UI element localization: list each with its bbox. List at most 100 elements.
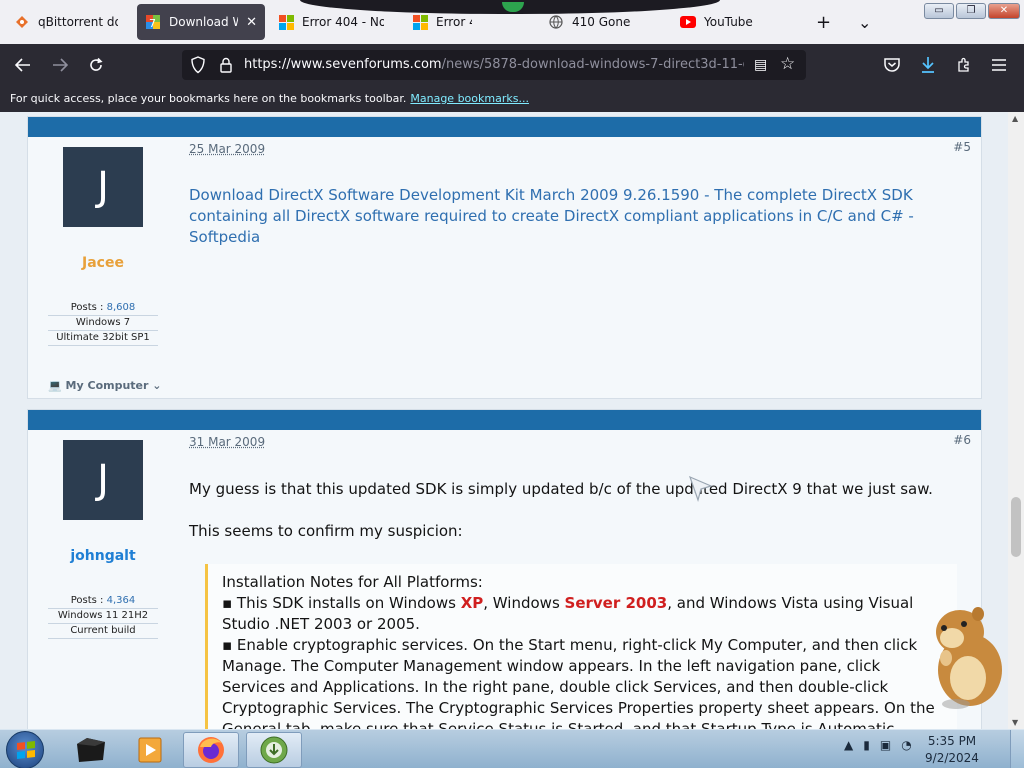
hamburger-menu-icon <box>992 59 1006 71</box>
url-path: /news/5878-download-windows-7-direct3d-1… <box>441 57 744 72</box>
windows-logo-icon <box>17 741 35 759</box>
hamster-sticker-icon <box>936 607 1002 709</box>
taskbar-app-media[interactable] <box>122 732 178 768</box>
post-date[interactable]: 31 Mar 2009 <box>189 435 265 449</box>
list-all-tabs-button[interactable]: ⌄ <box>850 4 880 40</box>
new-tab-button[interactable]: + <box>808 4 838 40</box>
os-edition-line: Ultimate 32bit SP1 <box>48 331 158 346</box>
extensions-button[interactable] <box>951 52 977 78</box>
download-manager-icon <box>260 736 288 764</box>
sevenforums-icon: 7 <box>145 14 161 30</box>
post-number[interactable]: #6 <box>953 433 971 447</box>
clock-date: 9/2/2024 <box>925 751 979 765</box>
post-paragraph: This seems to confirm my suspicion: <box>189 522 463 540</box>
post-author-panel: J Jacee Posts : 8,608 Windows 7 Ultimate… <box>48 147 158 346</box>
reload-icon <box>90 57 103 71</box>
my-computer-label: My Computer <box>65 379 149 392</box>
mouse-cursor-icon <box>689 476 713 502</box>
tab-qbittorrent[interactable]: qBittorrent down <box>6 4 126 40</box>
puzzle-icon <box>958 57 969 72</box>
quote-text: ▪ This SDK installs on Windows <box>222 594 461 612</box>
user-stats: Posts : 4,364 Windows 11 21H2 Current bu… <box>48 594 158 639</box>
tab-error-4[interactable]: Error 4 <box>404 4 480 40</box>
address-bar[interactable]: https://www.sevenforums.com/news/5878-do… <box>182 50 806 80</box>
quote-text: , Windows <box>483 594 565 612</box>
post-count-link[interactable]: 8,608 <box>107 302 136 313</box>
post-number[interactable]: #5 <box>953 140 971 154</box>
start-button[interactable] <box>6 731 44 768</box>
highlight-xp: XP <box>460 594 484 612</box>
arrow-right-icon <box>53 58 68 72</box>
pocket-button[interactable] <box>879 52 905 78</box>
forum-post: J Jacee Posts : 8,608 Windows 7 Ultimate… <box>27 116 982 399</box>
page-scrollbar[interactable]: ▲ ▼ <box>1008 112 1024 729</box>
page-content: J Jacee Posts : 8,608 Windows 7 Ultimate… <box>0 112 1008 729</box>
black-box-app-icon <box>77 738 105 762</box>
forward-button[interactable] <box>47 52 73 78</box>
laptop-icon: 💻 <box>48 379 62 392</box>
show-desktop-button[interactable] <box>1010 730 1024 768</box>
firefox-icon <box>198 737 224 763</box>
tracking-protection-shield-icon[interactable] <box>190 56 206 74</box>
chevron-down-icon: ⌄ <box>858 12 872 32</box>
action-center-icon[interactable]: ▣ <box>880 738 891 752</box>
scrollbar-thumb[interactable] <box>1011 497 1021 557</box>
tray-app-icon[interactable]: ▮ <box>863 738 870 752</box>
posts-label: Posts : <box>70 595 104 606</box>
downloads-button[interactable] <box>915 52 941 78</box>
media-player-icon <box>138 737 162 763</box>
post-count-link[interactable]: 4,364 <box>107 595 136 606</box>
scroll-down-arrow-icon[interactable]: ▼ <box>1012 718 1018 727</box>
tab-error-404[interactable]: Error 404 - Not F <box>270 4 392 40</box>
pocket-icon <box>884 58 900 72</box>
tray-expand-icon[interactable]: ▲ <box>844 738 853 752</box>
post-header-bar <box>28 117 981 137</box>
maximize-button[interactable]: ❐ <box>956 3 986 19</box>
bookmarks-hint-text: For quick access, place your bookmarks h… <box>10 92 407 105</box>
quote-bullet: ▪ This SDK installs on Windows XP, Windo… <box>222 593 943 635</box>
close-window-button[interactable]: ✕ <box>988 3 1020 19</box>
chevron-down-icon: ⌄ <box>152 379 162 392</box>
taskbar-app-firefox[interactable] <box>183 732 239 768</box>
tab-youtube[interactable]: YouTube <box>672 4 782 40</box>
post-author-panel: J johngalt Posts : 4,364 Windows 11 21H2… <box>48 440 158 639</box>
user-stats: Posts : 8,608 Windows 7 Ultimate 32bit S… <box>48 301 158 346</box>
post-date[interactable]: 25 Mar 2009 <box>189 142 265 156</box>
microsoft-icon <box>278 14 294 30</box>
url-host: https://www.sevenforums.com <box>244 57 442 72</box>
reader-view-icon[interactable]: ▤ <box>754 57 767 73</box>
scroll-up-arrow-icon[interactable]: ▲ <box>1012 114 1018 123</box>
taskbar-clock[interactable]: 5:35 PM 9/2/2024 <box>922 733 982 767</box>
clock-time: 5:35 PM <box>927 734 977 748</box>
username[interactable]: Jacee <box>48 255 158 271</box>
post-link[interactable]: Download DirectX Software Development Ki… <box>189 185 969 248</box>
lock-icon[interactable] <box>218 56 234 74</box>
app-menu-button[interactable] <box>986 52 1012 78</box>
arrow-left-icon <box>15 58 30 72</box>
avatar[interactable]: J <box>63 440 143 520</box>
forum-post: J johngalt Posts : 4,364 Windows 11 21H2… <box>27 409 982 729</box>
username[interactable]: johngalt <box>48 548 158 564</box>
os-line: Windows 11 21H2 <box>48 609 158 624</box>
close-tab-icon[interactable]: ✕ <box>246 15 257 30</box>
my-computer-toggle[interactable]: 💻 My Computer ⌄ <box>48 379 162 392</box>
taskbar-app-terminal[interactable] <box>62 732 118 768</box>
bookmark-star-icon[interactable]: ☆ <box>780 54 795 74</box>
avatar[interactable]: J <box>63 147 143 227</box>
url-text[interactable]: https://www.sevenforums.com/news/5878-do… <box>244 57 744 72</box>
tab-sevenforums[interactable]: 7 Download Wi ✕ <box>137 4 265 40</box>
tab-title: 410 Gone <box>572 15 631 29</box>
reload-button[interactable] <box>83 52 109 78</box>
quote-heading: Installation Notes for All Platforms: <box>222 573 483 591</box>
taskbar-app-downloader[interactable] <box>246 732 302 768</box>
tab-title: Error 4 <box>436 15 472 29</box>
window-controls: ▭ ❐ ✕ <box>924 3 1020 19</box>
network-icon[interactable]: ◔ <box>901 738 911 752</box>
bookmarks-toolbar: For quick access, place your bookmarks h… <box>0 86 1024 112</box>
tab-410-gone[interactable]: 410 Gone <box>540 4 660 40</box>
post-count-line: Posts : 4,364 <box>48 594 158 609</box>
manage-bookmarks-link[interactable]: Manage bookmarks... <box>410 92 529 105</box>
minimize-button[interactable]: ▭ <box>924 3 954 19</box>
back-button[interactable] <box>10 52 36 78</box>
microsoft-icon <box>412 14 428 30</box>
